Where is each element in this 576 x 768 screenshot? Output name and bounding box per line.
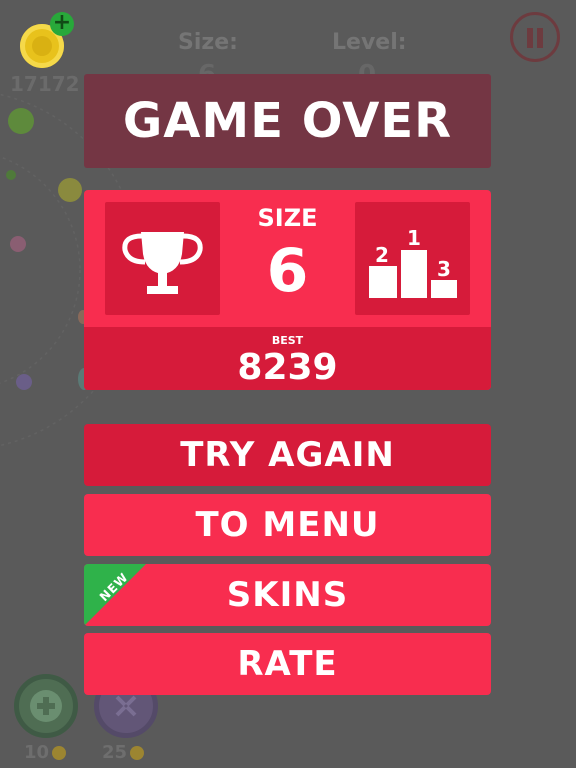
shrink-price: 25	[102, 742, 145, 763]
podium-first-label: 1	[407, 226, 421, 250]
trophy-icon	[122, 232, 203, 294]
pause-icon	[527, 28, 533, 48]
grow-button[interactable]	[14, 674, 78, 738]
best-score-strip: BEST 8239	[84, 327, 491, 390]
skins-label: SKINS	[226, 575, 349, 615]
trophy-tile[interactable]	[105, 202, 220, 315]
add-coins-icon[interactable]: +	[50, 12, 74, 36]
score-card: SIZE 6 1 2 3 BEST 8239	[84, 190, 491, 390]
food-dot	[8, 108, 34, 134]
size-label: Size:	[178, 30, 238, 55]
to-menu-button[interactable]: TO MENU	[84, 494, 491, 556]
best-label: BEST	[271, 334, 304, 347]
food-dot	[58, 178, 82, 202]
food-dot	[6, 170, 16, 180]
podium-third-label: 3	[437, 257, 451, 281]
rate-button[interactable]: RATE	[84, 633, 491, 695]
coin-icon	[130, 746, 145, 760]
best-value: 8239	[237, 347, 338, 388]
final-size-value: 6	[266, 236, 309, 306]
food-dot	[16, 374, 32, 390]
final-size-label: SIZE	[257, 204, 318, 232]
game-over-title: GAME OVER	[84, 74, 491, 168]
grow-price: 10	[24, 742, 67, 763]
pause-button[interactable]	[510, 12, 560, 62]
pause-icon-bar	[537, 28, 543, 48]
skins-button[interactable]: NEW SKINS	[84, 564, 491, 626]
food-dot	[10, 236, 26, 252]
coin-count: 17172	[10, 72, 80, 96]
podium-icon: 1 2 3	[369, 226, 457, 298]
level-label: Level:	[332, 30, 407, 55]
podium-second-label: 2	[375, 243, 389, 267]
leaderboard-tile[interactable]: 1 2 3	[355, 202, 470, 315]
try-again-button[interactable]: TRY AGAIN	[84, 424, 491, 486]
plus-icon	[30, 690, 62, 722]
coin-icon	[52, 746, 67, 760]
